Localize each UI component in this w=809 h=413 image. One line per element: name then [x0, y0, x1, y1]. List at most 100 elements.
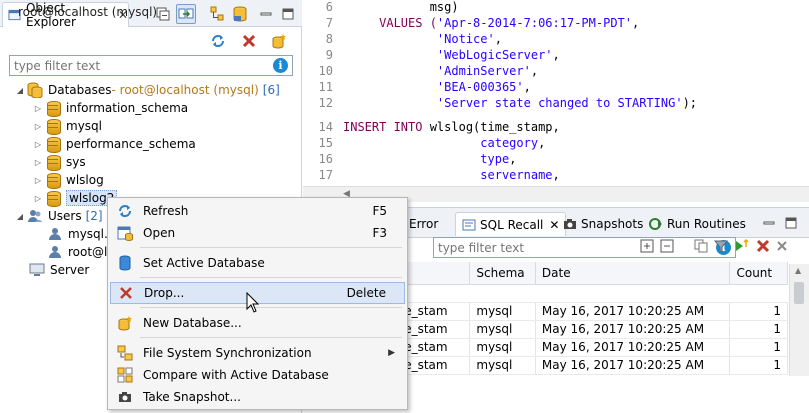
collapsed-triangle-icon[interactable]: ▷ [32, 104, 44, 113]
show-connections-button[interactable] [207, 4, 227, 24]
new-database-icon [110, 315, 140, 331]
sql-recall-toolbar [640, 239, 788, 253]
column-header-schema[interactable]: Schema [469, 262, 536, 285]
tree-node-database-selected[interactable]: ▷ wlslog2 [32, 189, 118, 207]
run-sql-icon[interactable] [734, 239, 750, 253]
menu-item-compare-active-database[interactable]: Compare with Active Database [110, 364, 405, 386]
expanded-triangle-icon[interactable]: ◢ [14, 212, 26, 221]
tree-node-database[interactable]: ▷ sys [32, 153, 86, 171]
database-icon [44, 190, 62, 207]
tree-node-server[interactable]: Server [28, 261, 89, 279]
cell-count: 1 [729, 338, 788, 357]
database-folder-icon [26, 82, 44, 98]
tree-node-database[interactable]: ▷ mysql [32, 117, 102, 135]
tab-sql-recall-label: SQL Recall [480, 217, 544, 232]
link-icon [178, 8, 194, 19]
menu-item-take-snapshot[interactable]: Take Snapshot... [110, 386, 405, 408]
tab-error-label: Error [409, 217, 439, 231]
collapsed-triangle-icon[interactable]: ▷ [32, 140, 44, 149]
tree-server-label: Server [50, 263, 90, 277]
menu-item-set-active-database[interactable]: Set Active Database [110, 252, 405, 274]
collapse-all-icon[interactable] [660, 239, 674, 253]
sql-recall-icon [462, 219, 476, 230]
compare-icon [110, 367, 140, 383]
menu-item-label: Open [143, 226, 176, 240]
collapsed-triangle-icon[interactable]: ▷ [32, 122, 44, 131]
maximize-button[interactable] [781, 213, 801, 233]
menu-item-open[interactable]: Open F3 [110, 222, 405, 244]
filter-icon[interactable] [714, 239, 728, 253]
menu-item-label: New Database... [143, 316, 242, 330]
scrollbar-thumb[interactable] [794, 282, 804, 304]
menu-item-shortcut: Delete [346, 286, 386, 300]
tree-node-user[interactable]: mysql.s [46, 225, 114, 243]
user-icon [46, 226, 64, 242]
collapsed-triangle-icon[interactable]: ▷ [32, 194, 44, 203]
server-icon [28, 262, 46, 278]
mouse-pointer-icon [246, 292, 260, 313]
cell-schema: mysql [469, 338, 536, 357]
info-icon[interactable]: i [273, 58, 288, 73]
database-icon [44, 136, 62, 153]
tab-error[interactable]: Error [403, 212, 444, 236]
cell-count: 1 [729, 302, 788, 321]
tree-node-users[interactable]: ◢ Users [2] [14, 207, 103, 225]
menu-item-shortcut: F3 [372, 226, 387, 240]
cell-date: May 16, 2017 10:20:25 AM [535, 320, 731, 339]
code-line: 15 category, [318, 136, 546, 150]
scroll-up-icon[interactable]: ▲ [795, 266, 801, 275]
cell-schema: mysql [469, 320, 536, 339]
code-line: 12 'Server state changed to STARTING'); [318, 96, 698, 110]
refresh-connection-button[interactable] [208, 31, 228, 51]
collapse-all-icon [156, 7, 170, 21]
expand-all-icon[interactable] [640, 239, 654, 253]
minimize-button[interactable] [759, 213, 779, 233]
tab-run-routines[interactable]: Run Routines [643, 212, 752, 236]
minimize-icon [260, 12, 272, 16]
minimize-button[interactable] [256, 4, 276, 24]
sql-editor[interactable]: 6 msg) 7 VALUES ('Apr-8-2014-7:06:17-PM-… [303, 0, 809, 186]
tree-node-database[interactable]: ▷ wlslog [32, 171, 104, 189]
database-stack-icon [233, 6, 247, 22]
copy-icon[interactable] [694, 239, 708, 253]
menu-item-file-system-sync[interactable]: File System Synchronization ▶ [110, 342, 405, 364]
tree-database-label: performance_schema [66, 137, 196, 151]
menu-item-new-database[interactable]: New Database... [110, 312, 405, 334]
disconnect-button[interactable] [239, 31, 259, 51]
delete-icon[interactable] [756, 239, 770, 253]
delete-icon [111, 287, 141, 299]
tree-node-databases[interactable]: ◢ Databases - root@localhost (mysql) [6] [14, 81, 280, 99]
menu-item-label: Take Snapshot... [143, 390, 241, 404]
code-line: 17 servername, [318, 168, 560, 182]
column-header-date[interactable]: Date [535, 262, 731, 285]
tree-database-label: mysql [66, 119, 102, 133]
maximize-button[interactable] [278, 4, 298, 24]
tab-snapshots-label: Snapshots [581, 217, 644, 231]
collapsed-triangle-icon[interactable]: ▷ [32, 158, 44, 167]
collapsed-triangle-icon[interactable]: ▷ [32, 176, 44, 185]
menu-item-label: Set Active Database [143, 256, 265, 270]
table-vertical-scrollbar[interactable]: ▲ [789, 264, 809, 376]
refresh-icon [212, 35, 224, 47]
expanded-triangle-icon[interactable]: ◢ [14, 86, 26, 95]
menu-separator [140, 307, 402, 308]
tree-node-database[interactable]: ▷ performance_schema [32, 135, 196, 153]
tab-sql-recall[interactable]: SQL Recall ✕ [455, 212, 567, 236]
object-filter-input[interactable] [10, 56, 260, 75]
new-connection-button[interactable] [269, 31, 289, 51]
show-databases-button[interactable] [230, 4, 250, 24]
link-with-editor-button[interactable] [176, 4, 196, 24]
connection-label: root@localhost (mysql) [18, 5, 158, 19]
submenu-arrow-icon: ▶ [388, 348, 395, 358]
cell-date: May 16, 2017 10:20:25 AM [535, 338, 731, 357]
tree-users-label: Users [48, 209, 82, 223]
close-icon[interactable] [776, 240, 788, 252]
tree-databases-suffix: - root@localhost (mysql) [111, 83, 259, 97]
tab-snapshots[interactable]: Snapshots [557, 212, 649, 236]
menu-item-label: File System Synchronization [143, 346, 312, 360]
connection-tree-icon [210, 6, 224, 21]
new-database-icon [272, 34, 286, 49]
column-header-count[interactable]: Count [729, 262, 788, 285]
menu-item-refresh[interactable]: Refresh F5 [110, 200, 405, 222]
tree-node-database[interactable]: ▷ information_schema [32, 99, 188, 117]
